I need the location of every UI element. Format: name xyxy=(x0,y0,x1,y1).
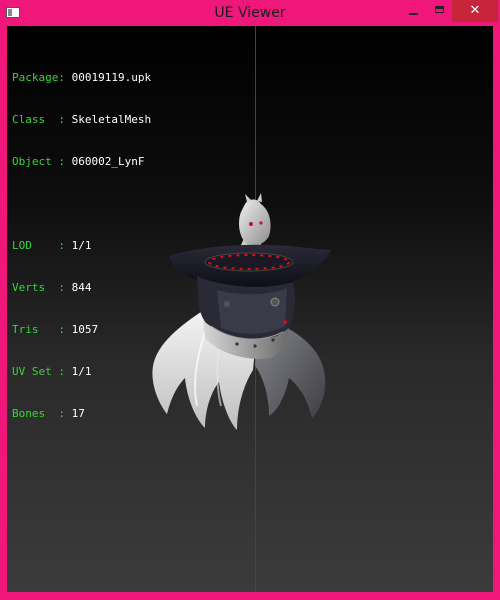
maximize-icon xyxy=(435,6,444,13)
mesh-info-panel: Package: 00019119.upk Class : SkeletalMe… xyxy=(12,43,151,449)
creature-head xyxy=(239,199,271,246)
info-class: Class : SkeletalMesh xyxy=(12,113,152,126)
info-object: Object : 060002_LynF xyxy=(12,155,145,168)
minimize-button[interactable] xyxy=(400,0,428,22)
minimize-icon xyxy=(409,13,418,15)
info-package: Package: 00019119.upk xyxy=(12,71,152,84)
maximize-button[interactable] xyxy=(426,0,454,22)
info-verts: Verts : 844 xyxy=(12,281,92,294)
info-lod: LOD : 1/1 xyxy=(12,239,92,252)
info-bones: Bones : 17 xyxy=(12,407,85,420)
close-icon: ✕ xyxy=(469,3,481,18)
app-window: UE Viewer ✕ Package: 00019119.upk Class … xyxy=(0,0,500,600)
info-tris: Tris : 1057 xyxy=(12,323,99,336)
3d-viewport[interactable]: Package: 00019119.upk Class : SkeletalMe… xyxy=(7,26,493,592)
close-button[interactable]: ✕ xyxy=(452,0,498,22)
title-bar[interactable]: UE Viewer ✕ xyxy=(0,0,500,26)
info-uvset: UV Set : 1/1 xyxy=(12,365,92,378)
